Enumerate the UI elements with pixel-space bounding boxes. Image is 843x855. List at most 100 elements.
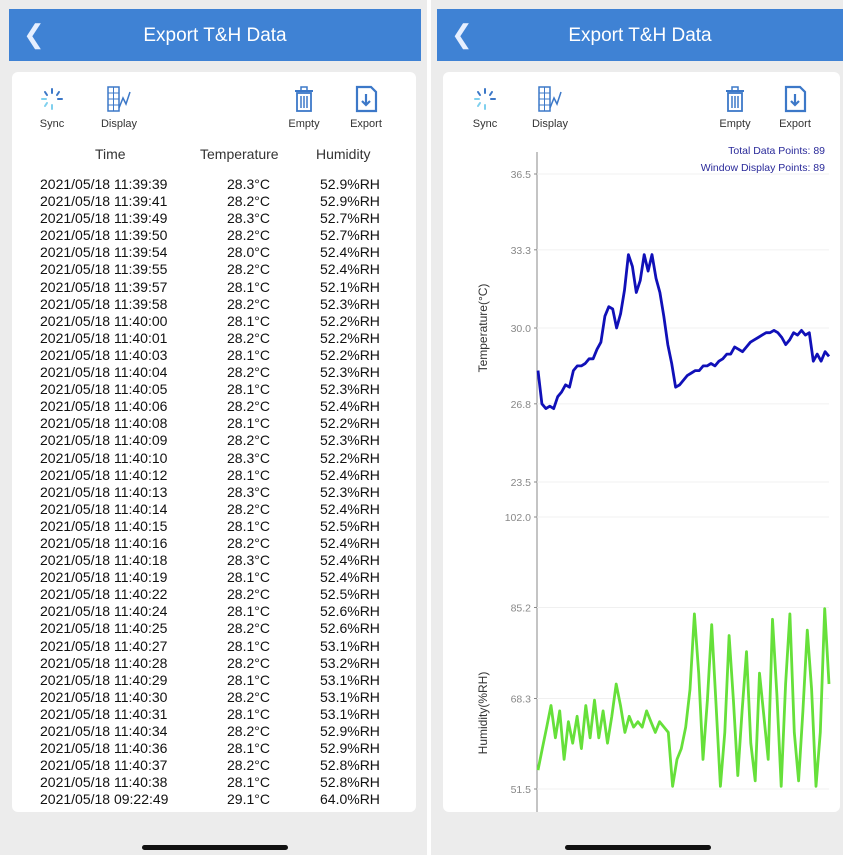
table-row: 2021/05/18 11:39:55 28.2°C 52.4%RH: [40, 261, 402, 278]
temperature-cell: 28.1°C: [227, 671, 270, 688]
y-tick-label: 36.5: [511, 169, 532, 181]
temperature-cell: 28.3°C: [227, 210, 270, 227]
table-row: 2021/05/18 11:40:13 28.3°C 52.3%RH: [40, 484, 402, 501]
table-row: 2021/05/18 11:39:50 28.2°C 52.7%RH: [40, 227, 402, 244]
temperature-cell: 28.2°C: [227, 193, 270, 210]
y-tick-label: 33.3: [511, 245, 532, 257]
display-button[interactable]: Display: [92, 84, 146, 130]
humidity-cell: 52.4%RH: [320, 534, 380, 551]
humidity-cell: 64.0%RH: [320, 791, 380, 808]
humidity-cell: 52.8%RH: [320, 757, 380, 774]
humidity-cell: 52.7%RH: [320, 227, 380, 244]
table-row: 2021/05/18 11:40:29 28.1°C 53.1%RH: [40, 672, 402, 689]
humidity-cell: 52.4%RH: [320, 552, 380, 569]
table-row: 2021/05/18 11:40:12 28.1°C 52.4%RH: [40, 467, 402, 484]
empty-label: Empty: [719, 118, 751, 130]
time-cell: 2021/05/18 11:40:00: [40, 312, 168, 329]
table-row: 2021/05/18 11:40:30 28.2°C 53.1%RH: [40, 689, 402, 706]
humidity-cell: 52.2%RH: [320, 415, 380, 432]
humidity-cell: 52.4%RH: [320, 244, 380, 261]
sync-button[interactable]: Sync: [465, 84, 505, 130]
table-row: 2021/05/18 11:40:16 28.2°C 52.4%RH: [40, 535, 402, 552]
time-cell: 2021/05/18 11:40:29: [40, 671, 168, 688]
table-row: 2021/05/18 11:39:49 28.3°C 52.7%RH: [40, 210, 402, 227]
display-button[interactable]: Display: [523, 84, 577, 130]
time-cell: 2021/05/18 11:39:54: [40, 244, 168, 261]
table-row: 2021/05/18 11:40:24 28.1°C 52.6%RH: [40, 603, 402, 620]
time-cell: 2021/05/18 11:40:24: [40, 603, 168, 620]
table-row: 2021/05/18 11:39:54 28.0°C 52.4%RH: [40, 244, 402, 261]
humidity-cell: 53.2%RH: [320, 654, 380, 671]
table-row: 2021/05/18 11:40:31 28.1°C 53.1%RH: [40, 706, 402, 723]
humidity-cell: 52.2%RH: [320, 329, 380, 346]
page-title: Export T&H Data: [568, 25, 712, 46]
time-cell: 2021/05/18 11:40:18: [40, 552, 168, 569]
time-cell: 2021/05/18 11:39:55: [40, 261, 168, 278]
humidity-cell: 52.4%RH: [320, 500, 380, 517]
time-cell: 2021/05/18 11:40:30: [40, 688, 168, 705]
temperature-cell: 28.2°C: [227, 364, 270, 381]
table-row: 2021/05/18 11:40:36 28.1°C 52.9%RH: [40, 740, 402, 757]
table-row: 2021/05/18 11:40:28 28.2°C 53.2%RH: [40, 655, 402, 672]
temperature-cell: 28.1°C: [227, 517, 270, 534]
time-cell: 2021/05/18 11:40:09: [40, 432, 168, 449]
temperature-cell: 28.1°C: [227, 603, 270, 620]
temperature-cell: 28.2°C: [227, 295, 270, 312]
time-cell: 2021/05/18 11:40:34: [40, 723, 168, 739]
humidity-axis-label: Humidity(%RH): [476, 672, 490, 755]
table-row: 2021/05/18 11:40:05 28.1°C 52.3%RH: [40, 381, 402, 398]
table-row: 2021/05/18 11:40:25 28.2°C 52.6%RH: [40, 620, 402, 637]
humidity-cell: 52.4%RH: [320, 261, 380, 278]
y-tick-label: 30.0: [511, 323, 532, 335]
table-row: 2021/05/18 11:40:01 28.2°C 52.2%RH: [40, 330, 402, 347]
export-icon: [355, 85, 378, 113]
y-tick-label: 68.3: [511, 694, 532, 706]
export-button[interactable]: Export: [773, 84, 817, 130]
temperature-cell: 28.2°C: [227, 757, 270, 774]
time-cell: 2021/05/18 11:40:04: [40, 364, 168, 381]
chart-area[interactable]: Total Data Points: 89 Window Display Poin…: [443, 142, 837, 812]
display-label: Display: [531, 118, 569, 130]
time-cell: 2021/05/18 11:40:27: [40, 637, 168, 654]
sync-icon: [474, 88, 496, 110]
humidity-cell: 52.3%RH: [320, 483, 380, 500]
empty-label: Empty: [288, 118, 320, 130]
humidity-cell: 52.6%RH: [320, 620, 380, 637]
table-row: 2021/05/18 11:39:41 28.2°C 52.9%RH: [40, 193, 402, 210]
humidity-cell: 52.8%RH: [320, 774, 380, 791]
temperature-cell: 28.1°C: [227, 569, 270, 586]
y-tick-label: 85.2: [511, 602, 532, 614]
time-cell: 2021/05/18 11:40:31: [40, 705, 168, 722]
display-label: Display: [100, 118, 138, 130]
time-cell: 2021/05/18 11:40:10: [40, 449, 168, 466]
temperature-cell: 28.2°C: [227, 227, 270, 244]
export-button[interactable]: Export: [344, 84, 388, 130]
display-icon: [538, 86, 562, 112]
humidity-cell: 52.2%RH: [320, 312, 380, 329]
temperature-series-line: [536, 253, 831, 411]
time-cell: 2021/05/18 11:40:36: [40, 740, 168, 757]
empty-button[interactable]: Empty: [284, 84, 324, 130]
sync-button[interactable]: Sync: [32, 84, 72, 130]
display-icon: [107, 86, 131, 112]
data-table-body[interactable]: 2021/05/18 11:39:39 28.3°C 52.9%RH 2021/05/…: [40, 176, 402, 808]
table-row: 2021/05/18 11:40:00 28.1°C 52.2%RH: [40, 313, 402, 330]
time-cell: 2021/05/18 11:39:58: [40, 295, 168, 312]
phone-screen-table: ❮ Export T&H Data Sync Display Empty Exp…: [0, 0, 427, 855]
time-cell: 2021/05/18 11:39:57: [40, 278, 168, 295]
time-cell: 2021/05/18 11:40:14: [40, 500, 168, 517]
table-row: 2021/05/18 11:40:14 28.2°C 52.4%RH: [40, 501, 402, 518]
temperature-cell: 28.2°C: [227, 500, 270, 517]
table-row: 2021/05/18 11:40:06 28.2°C 52.4%RH: [40, 398, 402, 415]
humidity-cell: 52.6%RH: [320, 603, 380, 620]
table-row: 2021/05/18 11:39:39 28.3°C 52.9%RH: [40, 176, 402, 193]
home-indicator: [142, 845, 288, 850]
empty-button[interactable]: Empty: [715, 84, 755, 130]
column-header-temperature: Temperature: [200, 146, 279, 162]
time-cell: 2021/05/18 11:40:28: [40, 654, 168, 671]
temperature-cell: 28.1°C: [227, 415, 270, 432]
time-cell: 2021/05/18 11:40:12: [40, 466, 168, 483]
temperature-cell: 28.1°C: [227, 466, 270, 483]
table-row: 2021/05/18 11:40:34 28.2°C 52.9%RH: [40, 723, 402, 740]
content-card: Sync Display Empty E: [443, 72, 840, 812]
